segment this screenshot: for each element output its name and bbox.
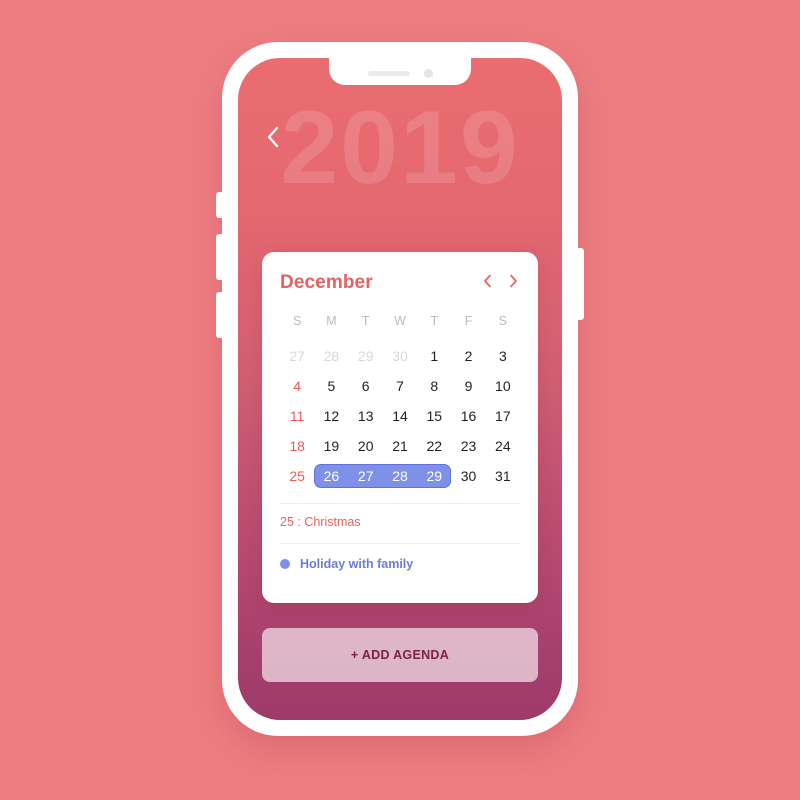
add-agenda-button[interactable]: + ADD AGENDA [262, 628, 538, 682]
calendar-day-5[interactable]: 5 [314, 371, 348, 401]
calendar-day-24[interactable]: 24 [486, 431, 520, 461]
calendar-day-29[interactable]: 29 [349, 341, 383, 371]
next-month-button[interactable] [506, 274, 520, 293]
speaker-grille-icon [367, 70, 410, 76]
agenda-list: 25 : Christmas Holiday with family [280, 503, 520, 587]
month-title: December [280, 272, 373, 293]
chevron-left-icon [483, 274, 492, 293]
calendar-day-28[interactable]: 28 [314, 341, 348, 371]
calendar-header: December [280, 272, 520, 294]
phone-notch [329, 58, 471, 85]
year-watermark: 2019 [280, 90, 520, 206]
calendar-day-18[interactable]: 18 [280, 431, 314, 461]
calendar-day-9[interactable]: 9 [451, 371, 485, 401]
calendar-day-29[interactable]: 29 [417, 461, 451, 491]
weekday-label: F [464, 314, 473, 328]
weekday-label: S [498, 314, 508, 328]
front-camera-icon [423, 68, 433, 78]
calendar-day-grid: 27 28 29 30 1 2 3 4 5 6 7 8 9 10 11 12 13 14 15 16 17 18 19 20 2… [280, 341, 520, 491]
calendar-day-15[interactable]: 15 [417, 401, 451, 431]
calendar-day-25[interactable]: 25 [280, 461, 314, 491]
calendar-day-30[interactable]: 30 [383, 341, 417, 371]
phone-power-button[interactable] [576, 248, 584, 320]
calendar-day-20[interactable]: 20 [349, 431, 383, 461]
calendar-day-23[interactable]: 23 [451, 431, 485, 461]
weekday-header-row: S M T W T F S [280, 314, 520, 328]
calendar-day-14[interactable]: 14 [383, 401, 417, 431]
app-background: 2019 December S M T W T F S 27 28 29 30 … [0, 0, 800, 800]
prev-month-button[interactable] [480, 274, 494, 293]
calendar-day-11[interactable]: 11 [280, 401, 314, 431]
calendar-card: December S M T W T F S 27 28 29 30 1 2 3… [262, 252, 538, 603]
month-navigation [480, 274, 520, 293]
chevron-left-icon [266, 126, 280, 148]
agenda-row-event[interactable]: Holiday with family [280, 543, 520, 587]
phone-volume-down-button[interactable] [216, 292, 224, 338]
weekday-label: M [326, 314, 337, 328]
chevron-right-icon [509, 274, 518, 293]
back-button[interactable] [258, 120, 288, 154]
weekday-label: S [292, 314, 302, 328]
calendar-day-8[interactable]: 8 [417, 371, 451, 401]
calendar-day-13[interactable]: 13 [349, 401, 383, 431]
weekday-label: T [430, 314, 439, 328]
calendar-day-27[interactable]: 27 [280, 341, 314, 371]
bullet-dot-icon [280, 559, 290, 569]
calendar-day-16[interactable]: 16 [451, 401, 485, 431]
calendar-day-22[interactable]: 22 [417, 431, 451, 461]
calendar-day-19[interactable]: 19 [314, 431, 348, 461]
phone-volume-up-button[interactable] [216, 234, 224, 280]
calendar-day-31[interactable]: 31 [486, 461, 520, 491]
calendar-day-6[interactable]: 6 [349, 371, 383, 401]
calendar-day-28[interactable]: 28 [383, 461, 417, 491]
weekday-label: T [361, 314, 370, 328]
weekday-label: W [394, 314, 406, 328]
calendar-day-26[interactable]: 26 [314, 461, 348, 491]
calendar-day-1[interactable]: 1 [417, 341, 451, 371]
calendar-day-27[interactable]: 27 [349, 461, 383, 491]
calendar-day-7[interactable]: 7 [383, 371, 417, 401]
calendar-day-30[interactable]: 30 [451, 461, 485, 491]
calendar-day-12[interactable]: 12 [314, 401, 348, 431]
calendar-day-4[interactable]: 4 [280, 371, 314, 401]
calendar-day-10[interactable]: 10 [486, 371, 520, 401]
holiday-note-label: 25 : Christmas [280, 515, 361, 529]
calendar-day-3[interactable]: 3 [486, 341, 520, 371]
agenda-row-holiday-note[interactable]: 25 : Christmas [280, 503, 520, 543]
calendar-day-2[interactable]: 2 [451, 341, 485, 371]
phone-screen: 2019 December S M T W T F S 27 28 29 30 … [238, 58, 562, 720]
calendar-day-17[interactable]: 17 [486, 401, 520, 431]
event-label: Holiday with family [300, 557, 414, 571]
calendar-day-21[interactable]: 21 [383, 431, 417, 461]
phone-silent-switch[interactable] [216, 192, 224, 218]
